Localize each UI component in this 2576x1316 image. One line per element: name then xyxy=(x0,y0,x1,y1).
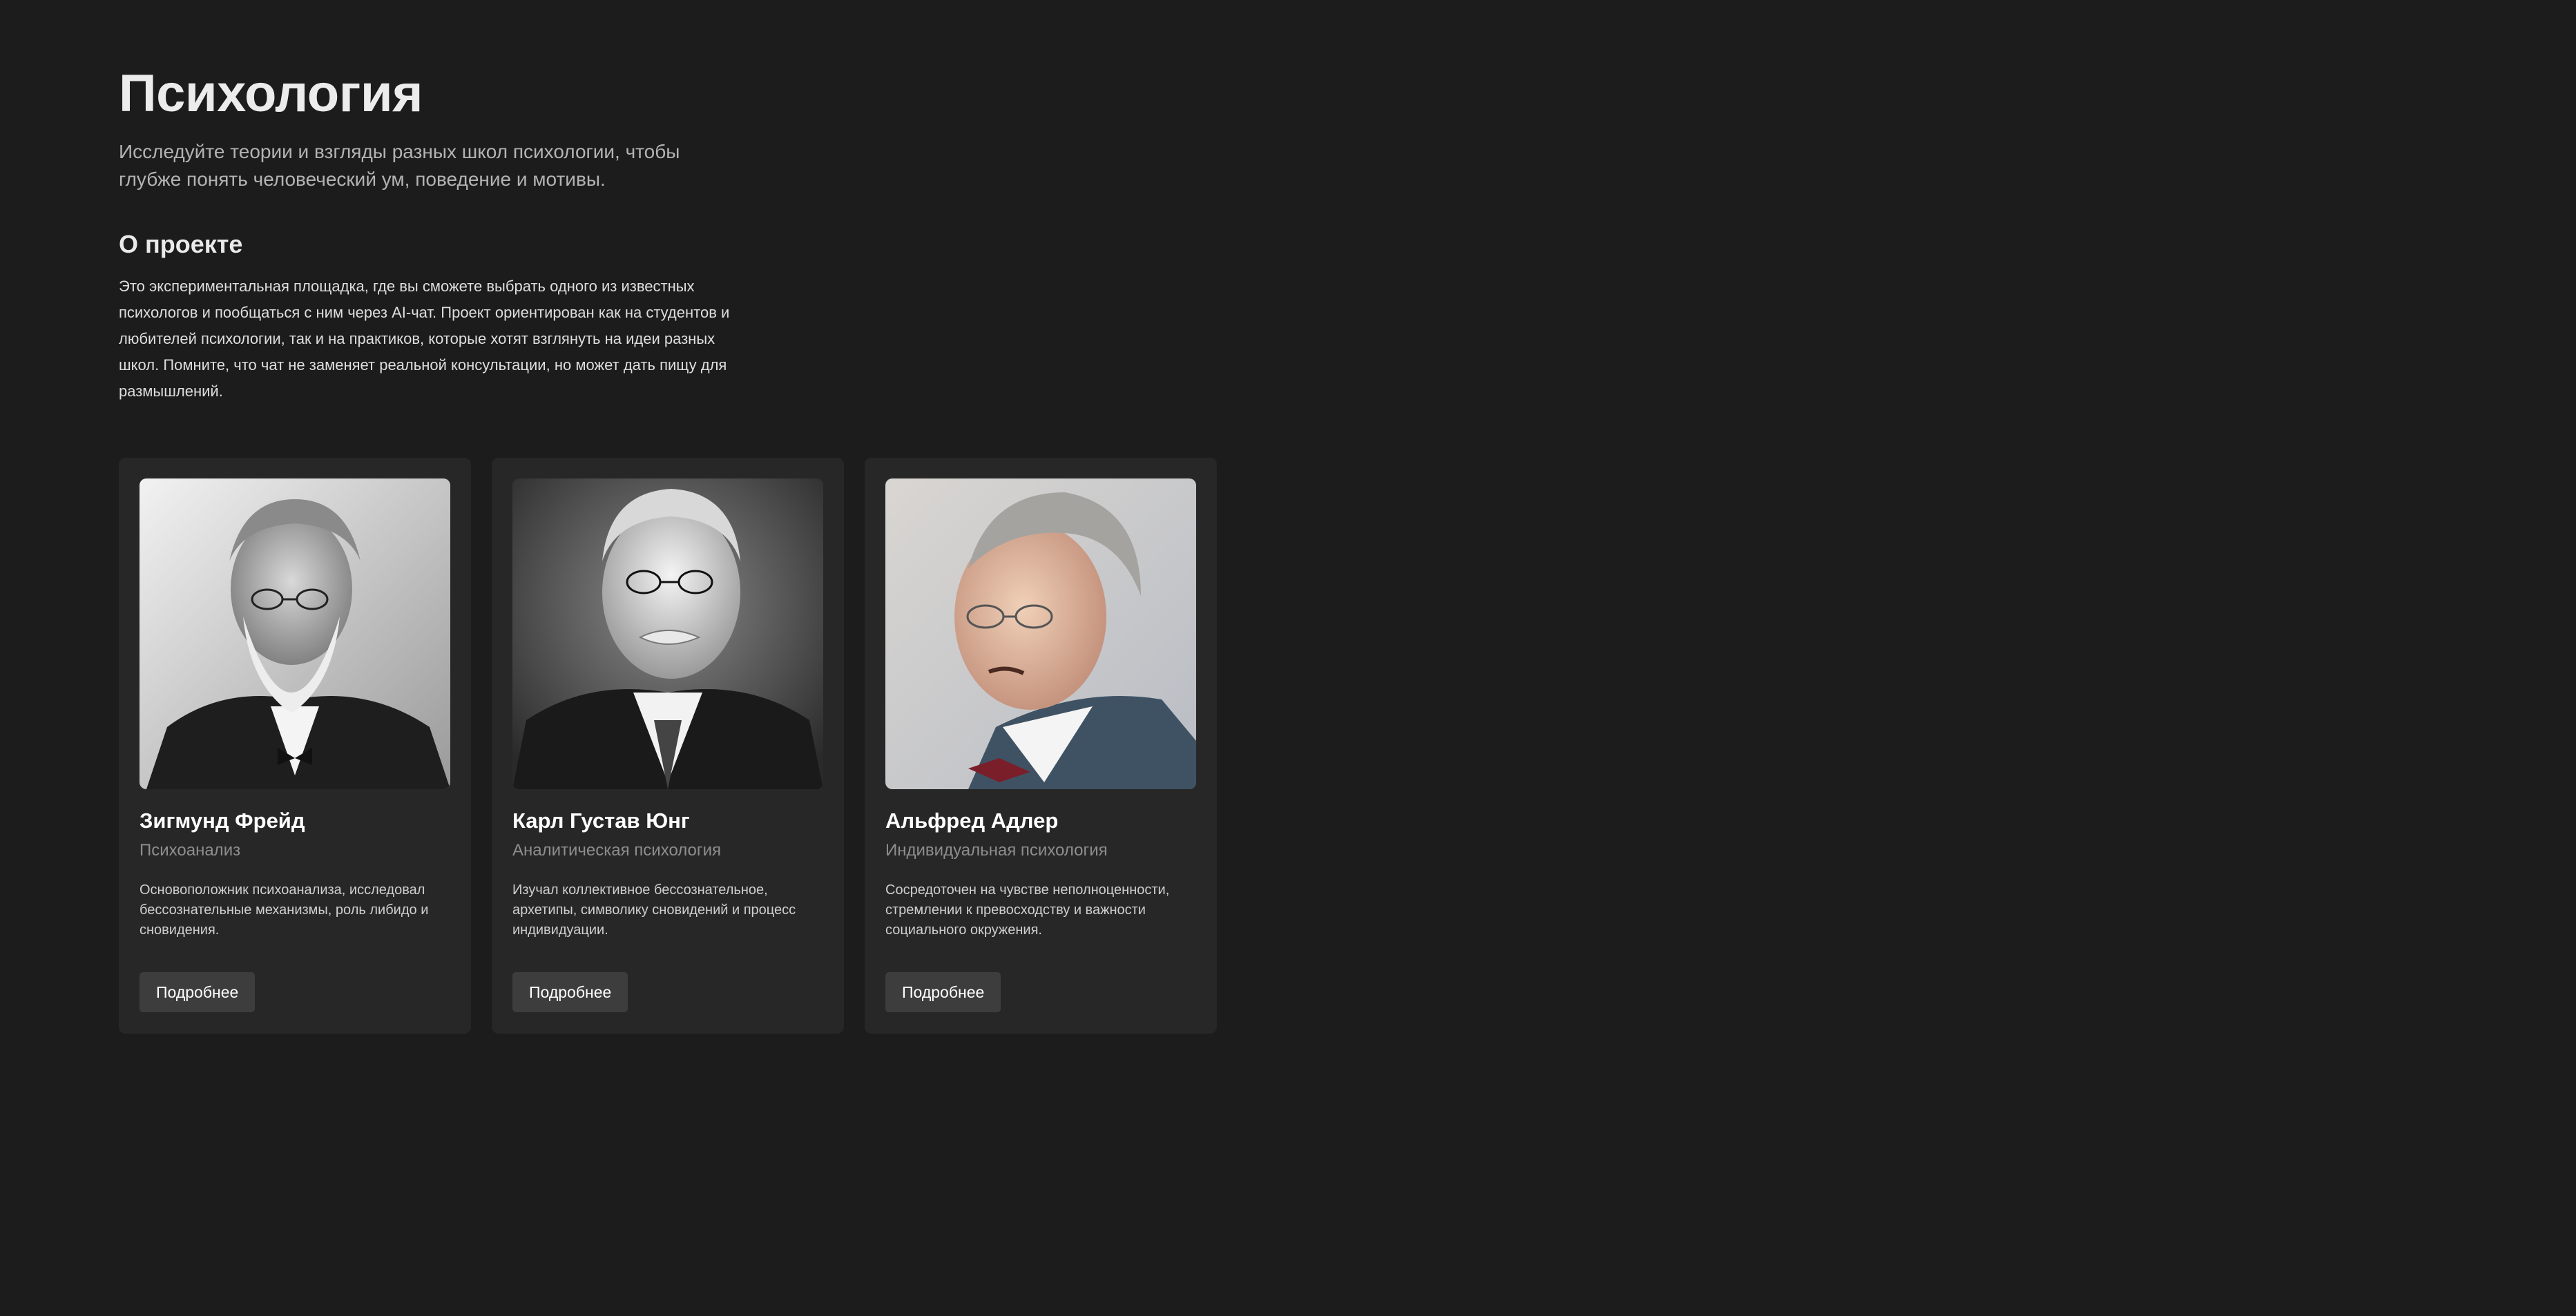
portrait-jung xyxy=(512,478,823,789)
psychologist-cards: Зигмунд Фрейд Психоанализ Основоположник… xyxy=(119,458,1217,1034)
card-description: Основоположник психоанализа, исследовал … xyxy=(140,882,429,938)
card-name: Зигмунд Фрейд xyxy=(140,809,305,833)
card-name: Альфред Адлер xyxy=(885,809,1059,833)
card-description: Сосредоточен на чувстве неполноценности,… xyxy=(885,882,1170,938)
about-text: Это экспериментальная площадка, где вы с… xyxy=(119,278,730,400)
more-button-adler[interactable]: Подробнее xyxy=(885,972,1001,1012)
intro-section: Психология Исследуйте теории и взгляды р… xyxy=(119,61,740,405)
psychologist-card-jung: Карл Густав Юнг Аналитическая психология… xyxy=(492,458,844,1034)
card-name: Карл Густав Юнг xyxy=(512,809,690,833)
more-button-jung[interactable]: Подробнее xyxy=(512,972,628,1012)
page: Психология Исследуйте теории и взгляды р… xyxy=(0,0,2576,1316)
card-description: Изучал коллективное бессознательное, арх… xyxy=(512,882,796,938)
more-button-freud[interactable]: Подробнее xyxy=(140,972,256,1012)
card-school: Психоанализ xyxy=(140,841,241,860)
portrait-adler xyxy=(885,478,1196,789)
card-school: Индивидуальная психология xyxy=(885,841,1108,860)
page-subtitle: Исследуйте теории и взгляды разных школ … xyxy=(119,141,680,190)
card-school: Аналитическая психология xyxy=(512,841,722,860)
about-title: О проекте xyxy=(119,230,243,258)
psychologist-card-freud: Зигмунд Фрейд Психоанализ Основоположник… xyxy=(119,458,471,1034)
portrait-freud xyxy=(140,478,450,789)
page-title: Психология xyxy=(119,64,423,123)
psychologist-card-adler: Альфред Адлер Индивидуальная психология … xyxy=(865,458,1217,1034)
